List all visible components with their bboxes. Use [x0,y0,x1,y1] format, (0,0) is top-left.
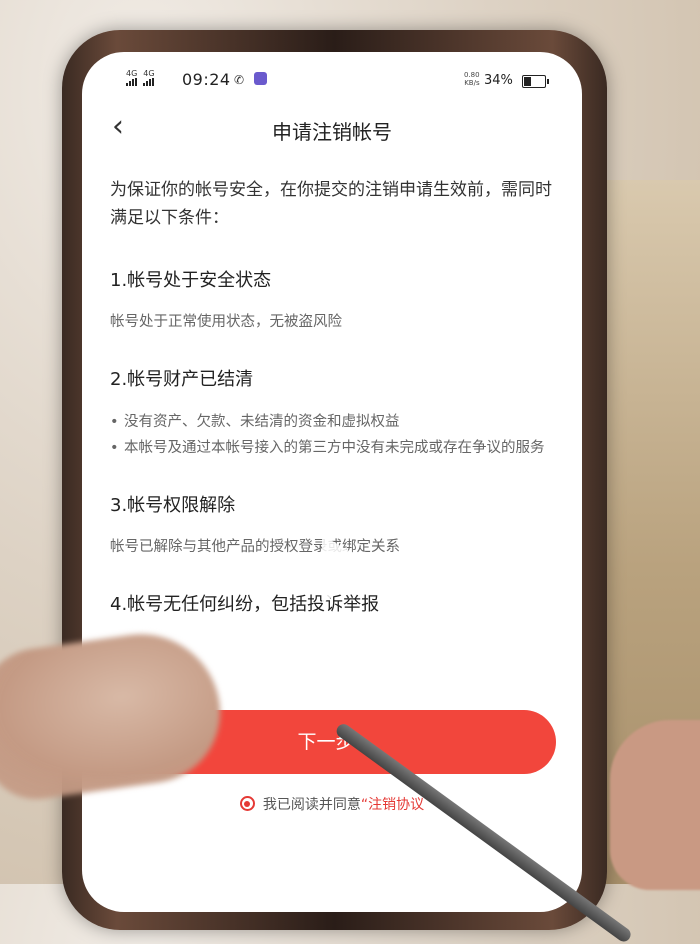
video-play-icon[interactable] [322,535,380,603]
condition-title: 3.帐号权限解除 [110,495,236,516]
signal-group: 4G 4G [126,70,155,86]
hand-overlay [610,720,700,890]
cancellation-agreement-link[interactable]: “注销协议 [361,797,424,813]
agreement-row: 我已阅读并同意“注销协议 [82,794,582,814]
battery-icon [522,75,549,88]
status-time: 09:24 [182,70,231,89]
signal-sim-1: 4G [126,70,137,86]
intro-text: 为保证你的帐号安全，在你提交的注销申请生效前，需同时满足以下条件： [110,180,552,228]
agreement-radio-checked-icon[interactable] [239,796,255,811]
signal-bars-icon [126,78,137,86]
status-bar: 4G 4G 09:24 ✆ 0.80 KB/s 34% [82,52,582,100]
signal-sim-2: 4G [143,69,155,86]
condition-bullet: 没有资产、欠款、未结清的资金和虚拟权益 [110,409,560,435]
signal-bars-icon [143,78,155,86]
condition-title: 2.帐号财产已结清 [110,369,254,390]
app-notification-icon [254,72,267,85]
network-speed: 0.80 KB/s [464,71,480,87]
phone-screen: 4G 4G 09:24 ✆ 0.80 KB/s 34% ‹ 申请注销帐号 为保证你… [82,52,582,912]
agreement-text: 我已阅读并同意 [262,797,361,813]
page-title: 申请注销帐号 [272,120,392,144]
wechat-notification-icon: ✆ [234,73,245,87]
network-type-1: 4G [126,69,138,78]
net-speed-value: 0.80 [464,71,480,79]
condition-description: 帐号处于正常使用状态，无被盗风险 [110,314,342,330]
net-speed-unit: KB/s [464,79,480,87]
network-type-2: 4G [143,69,155,78]
condition-bullet-list: 没有资产、欠款、未结清的资金和虚拟权益 本帐号及通过本帐号接入的第三方中没有未完… [110,409,560,461]
navigation-bar: ‹ 申请注销帐号 [82,104,582,152]
battery-percentage: 34% [484,73,513,88]
condition-bullet: 本帐号及通过本帐号接入的第三方中没有未完成或存在争议的服务 [110,435,560,461]
condition-title: 1.帐号处于安全状态 [110,270,272,291]
